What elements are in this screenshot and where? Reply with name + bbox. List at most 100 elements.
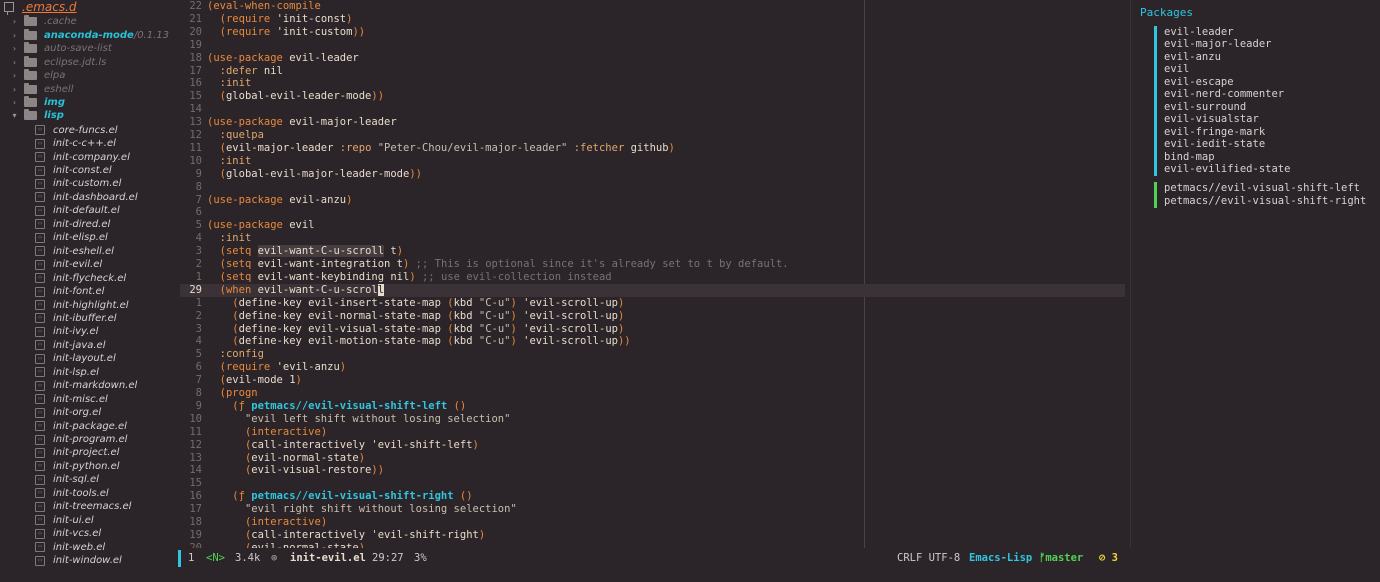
tree-file[interactable]: ‹› init-tools.el <box>35 487 109 501</box>
chevron-right-icon[interactable]: › <box>10 44 19 53</box>
code-line[interactable]: 10 "evil left shift without losing selec… <box>180 413 510 426</box>
code-line[interactable]: 2 (setq evil-want-integration t) ;; This… <box>180 258 789 271</box>
tree-file[interactable]: ‹› init-dashboard.el <box>35 191 138 205</box>
tree-file[interactable]: ‹› init-misc.el <box>35 392 108 406</box>
tree-folder[interactable]: › eshell <box>10 82 73 96</box>
tree-file[interactable]: ‹› init-python.el <box>35 460 120 474</box>
tree-file[interactable]: ‹› init-const.el <box>35 164 112 178</box>
code-line[interactable]: 14 <box>180 103 207 116</box>
code-line[interactable]: 18 (interactive) <box>180 516 327 529</box>
buffer-name[interactable]: init-evil.el <box>290 548 366 568</box>
code-line[interactable]: 9 (global-evil-major-leader-mode)) <box>180 168 422 181</box>
tree-file[interactable]: ‹› init-ibuffer.el <box>35 312 117 326</box>
tree-file[interactable]: ‹› init-default.el <box>35 204 120 218</box>
code-line[interactable]: 7 (use-package evil-anzu) <box>180 194 353 207</box>
tree-file[interactable]: ‹› init-company.el <box>35 150 130 164</box>
package-item[interactable]: evil-surround <box>1164 101 1246 114</box>
tree-file[interactable]: ‹› init-ivy.el <box>35 325 98 339</box>
tree-file[interactable]: ‹› init-dired.el <box>35 218 110 232</box>
package-item[interactable]: evil-escape <box>1164 76 1234 89</box>
chevron-down-icon[interactable]: ▾ <box>10 111 19 120</box>
code-line[interactable]: 8 <box>180 181 207 194</box>
chevron-right-icon[interactable]: › <box>10 71 19 80</box>
chevron-right-icon[interactable]: › <box>10 98 19 107</box>
code-line[interactable]: 1 (define-key evil-insert-state-map (kbd… <box>180 297 625 310</box>
code-line[interactable]: 20 (require 'init-custom)) <box>180 26 365 39</box>
tree-file[interactable]: ‹› init-vcs.el <box>35 527 101 541</box>
package-item[interactable]: evil-anzu <box>1164 51 1221 64</box>
tree-file[interactable]: ‹› core-funcs.el <box>35 123 118 137</box>
code-line[interactable]: 13 (evil-normal-state) <box>180 452 365 465</box>
code-line[interactable]: 18 (use-package evil-leader <box>180 52 358 65</box>
tree-file[interactable]: ‹› init-ui.el <box>35 513 94 527</box>
tree-file[interactable]: ‹› init-sql.el <box>35 473 99 487</box>
code-line[interactable]: 9 (ƒ petmacs//evil-visual-shift-left () <box>180 400 467 413</box>
tree-file[interactable]: ‹› init-layout.el <box>35 352 116 366</box>
git-branch[interactable]: ᚠmaster <box>1039 548 1083 568</box>
tree-folder[interactable]: ▾ lisp <box>10 109 64 123</box>
code-line[interactable]: 4 :init <box>180 232 252 245</box>
code-line[interactable]: 13 (use-package evil-major-leader <box>180 116 396 129</box>
tree-folder[interactable]: › img <box>10 95 65 110</box>
package-item[interactable]: evil-iedit-state <box>1164 138 1265 151</box>
tree-file[interactable]: ‹› init-treemacs.el <box>35 500 131 514</box>
tree-file[interactable]: ‹› init-markdown.el <box>35 379 137 393</box>
package-item[interactable]: evil-major-leader <box>1164 38 1271 51</box>
code-line[interactable]: 15 <box>180 477 207 490</box>
code-line[interactable]: 17 :defer nil <box>180 65 283 78</box>
tree-file[interactable]: ‹› init-program.el <box>35 433 127 447</box>
tree-folder[interactable]: › eclipse.jdt.ls <box>10 55 106 69</box>
tree-file[interactable]: ‹› init-c-c++.el <box>35 137 116 151</box>
code-line[interactable]: 21 (require 'init-const) <box>180 13 352 26</box>
code-line[interactable]: 16 (ƒ petmacs//evil-visual-shift-right (… <box>180 490 472 503</box>
code-line[interactable]: 12 (call-interactively 'evil-shift-left) <box>180 439 479 452</box>
code-line[interactable]: 3 (define-key evil-visual-state-map (kbd… <box>180 323 625 336</box>
code-line[interactable]: 7 (evil-mode 1) <box>180 374 302 387</box>
tree-folder[interactable]: › .cache <box>10 15 77 29</box>
tree-file[interactable]: ‹› init-web.el <box>35 540 105 554</box>
package-item[interactable]: evil-fringe-mark <box>1164 126 1265 139</box>
code-line[interactable]: 12 :quelpa <box>180 129 264 142</box>
package-item[interactable]: evil-leader <box>1164 26 1234 39</box>
code-editor[interactable]: 22 (eval-when-compile 21 (require 'init-co… <box>180 0 1125 548</box>
tree-file[interactable]: ‹› init-lsp.el <box>35 366 99 380</box>
tree-file[interactable]: ‹› init-highlight.el <box>35 298 129 312</box>
code-line[interactable]: 5 :config <box>180 348 264 361</box>
code-line[interactable]: 3 (setq evil-want-C-u-scroll t) <box>180 245 403 258</box>
tree-folder[interactable]: › anaconda-mode/0.1.13 <box>10 28 169 42</box>
tree-file[interactable]: ‹› init-flycheck.el <box>35 271 126 285</box>
chevron-right-icon[interactable]: › <box>10 58 19 67</box>
code-line[interactable]: 2 (define-key evil-normal-state-map (kbd… <box>180 310 625 323</box>
current-code-line[interactable]: 29 (when evil-want-C-u-scroll <box>180 283 1125 297</box>
package-item[interactable]: evil-evilified-state <box>1164 163 1290 176</box>
tree-file[interactable]: ‹› init-org.el <box>35 406 101 420</box>
code-line[interactable]: 4 (define-key evil-motion-state-map (kbd… <box>180 335 631 348</box>
chevron-right-icon[interactable]: › <box>10 31 19 40</box>
tree-file[interactable]: ‹› init-window.el <box>35 554 122 568</box>
chevron-right-icon[interactable]: › <box>10 85 19 94</box>
tree-file[interactable]: ‹› init-elisp.el <box>35 231 108 245</box>
code-line[interactable]: 22 (eval-when-compile <box>180 0 320 13</box>
code-line[interactable]: 15 (global-evil-leader-mode)) <box>180 90 384 103</box>
tree-root[interactable]: .emacs.d <box>4 0 77 15</box>
code-line[interactable]: 19 (call-interactively 'evil-shift-right… <box>180 529 485 542</box>
code-line[interactable]: 14 (evil-visual-restore)) <box>180 464 384 477</box>
package-item[interactable]: evil-nerd-commenter <box>1164 88 1284 101</box>
code-line[interactable]: 16 :init <box>180 77 251 90</box>
code-line[interactable]: 19 <box>180 39 207 52</box>
package-item[interactable]: evil-visualstar <box>1164 113 1259 126</box>
flycheck-errors[interactable]: ⊘ 3 <box>1099 548 1118 568</box>
code-line[interactable]: 17 "evil right shift without losing sele… <box>180 503 516 516</box>
major-mode[interactable]: Emacs-Lisp <box>969 548 1032 568</box>
chevron-right-icon[interactable]: › <box>10 17 19 26</box>
code-line[interactable]: 11 (evil-major-leader :repo "Peter-Chou/… <box>180 142 675 155</box>
code-line[interactable]: 5 (use-package evil <box>180 219 315 232</box>
code-line[interactable]: 6 <box>180 206 207 219</box>
code-line[interactable]: 8 (progn <box>180 387 258 400</box>
function-item[interactable]: petmacs//evil-visual-shift-right <box>1164 195 1366 208</box>
tree-file[interactable]: ‹› init-font.el <box>35 285 104 299</box>
tree-file[interactable]: ‹› init-package.el <box>35 419 127 433</box>
tree-folder[interactable]: › elpa <box>10 69 65 83</box>
tree-folder[interactable]: › auto-save-list <box>10 42 112 56</box>
tree-file[interactable]: ‹› init-custom.el <box>35 177 121 191</box>
